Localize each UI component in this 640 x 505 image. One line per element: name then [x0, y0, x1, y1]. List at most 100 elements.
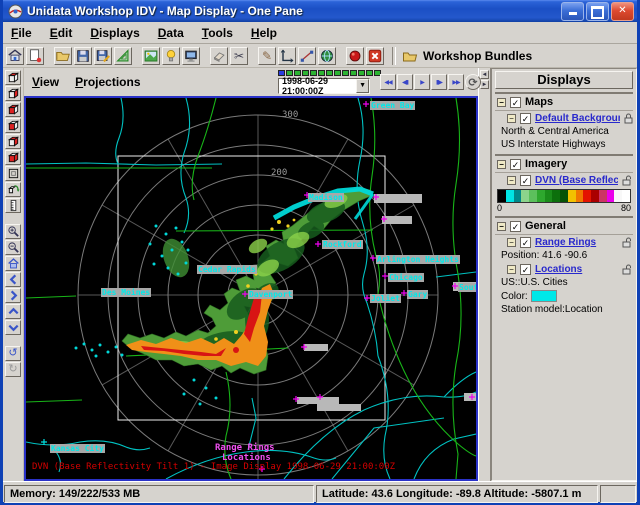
collapse-icon[interactable]: −: [507, 114, 516, 123]
collapse-icon[interactable]: −: [507, 265, 516, 274]
plot-button[interactable]: [278, 47, 296, 65]
flat-square-icon: [7, 167, 20, 180]
perspective-top-button[interactable]: [5, 70, 21, 85]
dvn-reflectivity-link[interactable]: DVN (Base Reflectivity ...: [535, 175, 618, 186]
collapse-icon[interactable]: −: [497, 222, 506, 231]
menu-projections[interactable]: Projections: [75, 75, 140, 89]
delete-x-icon: [367, 48, 383, 64]
new-display-button[interactable]: [26, 47, 44, 65]
workshop-bundles-group[interactable]: Workshop Bundles: [402, 49, 532, 63]
range-rings-checkbox[interactable]: ✓: [520, 237, 531, 248]
open-button[interactable]: [54, 47, 72, 65]
step-back-button[interactable]: ◀▮: [397, 74, 413, 90]
menu-file[interactable]: File: [11, 26, 32, 40]
city-label: Joliet: [370, 294, 401, 303]
fast-forward-button[interactable]: ▶▶: [448, 74, 464, 90]
dvn-visibility-checkbox[interactable]: ✓: [520, 175, 531, 186]
rotate-cube-icon: [7, 183, 20, 196]
zoom-out-button[interactable]: [5, 240, 21, 255]
pan-up-button[interactable]: [5, 304, 21, 319]
general-visibility-checkbox[interactable]: ✓: [510, 221, 521, 232]
erase-button[interactable]: [210, 47, 228, 65]
perspective-side-button[interactable]: [5, 86, 21, 101]
rotate-cube-button[interactable]: [5, 182, 21, 197]
save-as-button[interactable]: [94, 47, 112, 65]
redo-view-button[interactable]: ↻: [5, 362, 21, 377]
flat-view-button[interactable]: [5, 166, 21, 181]
scissors-icon: ✂: [234, 49, 244, 63]
menu-edit[interactable]: Edit: [50, 26, 73, 40]
app-window: Unidata Workshop IDV - Map Display - One…: [0, 0, 640, 505]
home-view-button[interactable]: [5, 256, 21, 271]
collapse-right-icon[interactable]: ►: [480, 80, 489, 89]
default-background-maps-link[interactable]: Default Background Ma...: [535, 113, 620, 124]
perspective-corner-button[interactable]: [5, 134, 21, 149]
home-icon: [7, 48, 23, 64]
minimize-button[interactable]: [561, 2, 584, 21]
window-title: Unidata Workshop IDV - Map Display - One…: [27, 4, 559, 18]
pan-right-button[interactable]: [5, 288, 21, 303]
maps-visibility-checkbox[interactable]: ✓: [510, 97, 521, 108]
remove-button[interactable]: [366, 47, 384, 65]
drawing-tool-button[interactable]: [114, 47, 132, 65]
imagery-visibility-checkbox[interactable]: ✓: [510, 159, 521, 170]
collapse-icon[interactable]: −: [497, 160, 506, 169]
globe-icon: [319, 48, 335, 64]
collapse-icon[interactable]: −: [497, 98, 506, 107]
perspective-front-button[interactable]: [5, 118, 21, 133]
background-maps-checkbox[interactable]: ✓: [520, 113, 531, 124]
cut-button[interactable]: ✂: [230, 47, 248, 65]
collapse-icon[interactable]: −: [507, 176, 516, 185]
measure-button[interactable]: [5, 198, 21, 213]
step-forward-button[interactable]: ▮▶: [431, 74, 447, 90]
menu-tools[interactable]: Tools: [202, 26, 233, 40]
pan-down-button[interactable]: [5, 320, 21, 335]
time-selector[interactable]: 1998-06-29 21:00:00Z ▼: [278, 78, 370, 94]
save-button[interactable]: [74, 47, 92, 65]
home-button[interactable]: [6, 47, 24, 65]
perspective-bottom-button[interactable]: [5, 150, 21, 165]
display-window-button[interactable]: [182, 47, 200, 65]
new-sheet-icon: [27, 48, 43, 64]
maximize-button[interactable]: [586, 2, 609, 21]
menu-displays[interactable]: Displays: [90, 26, 139, 40]
image-chart-icon: [143, 48, 159, 64]
lock-open-icon[interactable]: [622, 175, 633, 186]
perspective-all-button[interactable]: [5, 102, 21, 117]
globe-button[interactable]: [318, 47, 336, 65]
idea-button[interactable]: [162, 47, 180, 65]
rewind-button[interactable]: ◀◀: [380, 74, 396, 90]
record-button[interactable]: [346, 47, 364, 65]
radar-map-canvas[interactable]: 300 200 Green Bay Madison Rockford Arlin…: [26, 98, 476, 479]
locations-link[interactable]: Locations: [535, 264, 618, 275]
pan-left-button[interactable]: [5, 272, 21, 287]
menu-view[interactable]: View: [32, 75, 59, 89]
map-display[interactable]: 300 200 Green Bay Madison Rockford Arlin…: [24, 96, 478, 481]
edit-button[interactable]: ✎: [258, 47, 276, 65]
collapse-icon[interactable]: −: [507, 238, 516, 247]
lock-closed-icon[interactable]: [624, 113, 633, 124]
profile-button[interactable]: [298, 47, 316, 65]
chart-button[interactable]: [142, 47, 160, 65]
menu-help[interactable]: Help: [251, 26, 277, 40]
range-rings-link[interactable]: Range Rings: [535, 237, 618, 248]
map-layer-name: US Interstate Highways: [495, 138, 633, 151]
lock-open-icon[interactable]: [622, 237, 633, 248]
city-label: Kansas City: [50, 444, 105, 453]
undo-view-button[interactable]: ↺: [5, 346, 21, 361]
pan-left-icon: [7, 273, 20, 286]
close-button[interactable]: ✕: [611, 2, 634, 21]
chevron-down-icon[interactable]: ▼: [356, 79, 369, 93]
zoom-in-button[interactable]: [5, 224, 21, 239]
lock-open-icon[interactable]: [622, 264, 633, 275]
reflectivity-colorbar[interactable]: [497, 189, 631, 203]
play-button[interactable]: ▶: [414, 74, 430, 90]
loop-button[interactable]: ⟳: [465, 74, 481, 90]
undo-rotate-icon: ↺: [8, 347, 17, 360]
menu-data[interactable]: Data: [158, 26, 184, 40]
locations-checkbox[interactable]: ✓: [520, 264, 531, 275]
panel-splitter[interactable]: ◄ ►: [478, 68, 491, 481]
pan-down-icon: [7, 321, 20, 334]
collapse-left-icon[interactable]: ◄: [480, 70, 489, 79]
city-label: Davenport: [248, 290, 293, 299]
